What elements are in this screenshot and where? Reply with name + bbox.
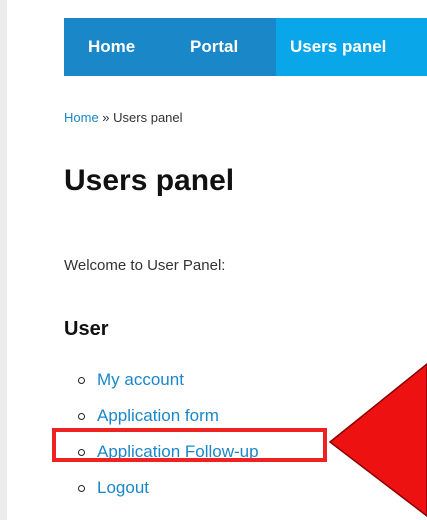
list-item: Application Follow-up (78, 434, 259, 470)
nav-home-link[interactable]: Home (64, 18, 166, 76)
welcome-text: Welcome to User Panel: (64, 257, 226, 274)
breadcrumb-separator: » (98, 110, 114, 125)
arrow-shape (328, 363, 427, 517)
nav-portal-link[interactable]: Portal (166, 18, 276, 76)
breadcrumb: Home » Users panel (64, 110, 183, 125)
bullet-icon (78, 376, 85, 384)
page-title: Users panel (64, 164, 235, 197)
main-navbar: Home Portal Users panel (64, 18, 427, 76)
list-item: My account (78, 362, 259, 398)
user-section-heading: User (64, 318, 109, 340)
user-menu-list: My account Application form Application … (78, 362, 259, 506)
bullet-icon (78, 484, 85, 492)
my-account-link[interactable]: My account (97, 370, 184, 390)
bullet-icon (78, 412, 85, 420)
list-item: Logout (78, 470, 259, 506)
list-item: Application form (78, 398, 259, 434)
breadcrumb-home-link[interactable]: Home (64, 110, 99, 125)
left-border (0, 0, 7, 520)
application-form-link[interactable]: Application form (97, 406, 219, 426)
page: Home Portal Users panel Home » Users pan… (0, 0, 427, 520)
application-follow-up-link[interactable]: Application Follow-up (97, 442, 259, 462)
bullet-icon (78, 448, 85, 456)
pointer-arrow-icon (328, 363, 427, 517)
logout-link[interactable]: Logout (97, 478, 149, 498)
breadcrumb-current: Users panel (113, 110, 183, 125)
nav-users-panel-link[interactable]: Users panel (276, 18, 427, 76)
